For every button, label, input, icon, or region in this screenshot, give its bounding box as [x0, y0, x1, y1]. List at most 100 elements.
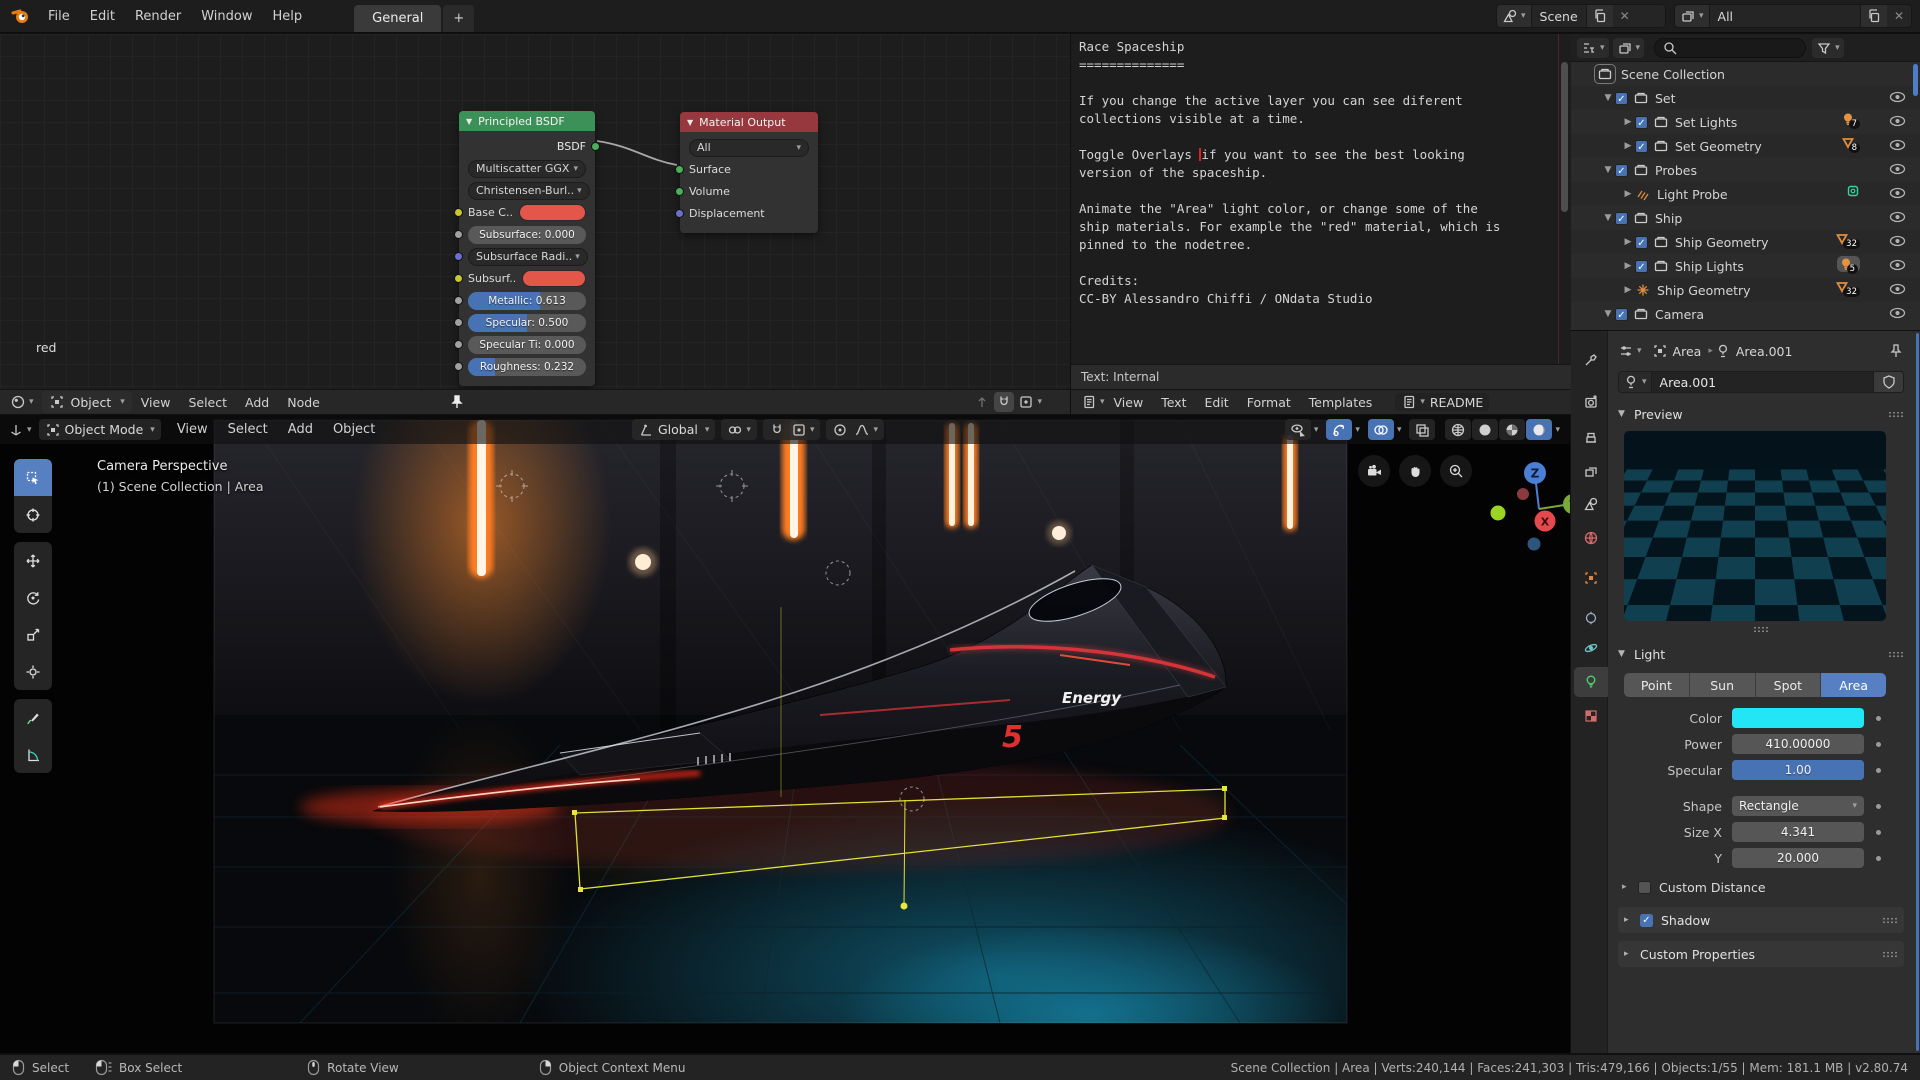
visibility-eye-icon[interactable]: [1889, 163, 1906, 175]
size-x-field[interactable]: 4.341: [1732, 822, 1864, 842]
outliner-row[interactable]: ▼✓Probes: [1571, 158, 1920, 182]
target-dropdown[interactable]: All▾: [689, 138, 809, 157]
orientation-gizmo[interactable]: Z Y X: [1483, 455, 1570, 565]
collection-checkbox[interactable]: ✓: [1635, 236, 1648, 249]
shader-node-editor[interactable]: ▼ Principled BSDF BSDF Multiscatter GGX▾…: [0, 34, 1070, 414]
id-type-dropdown[interactable]: ▾: [1618, 371, 1652, 393]
menu-view[interactable]: View: [167, 422, 218, 437]
properties-editor-icon[interactable]: [1618, 343, 1634, 359]
color-field[interactable]: [1732, 708, 1864, 728]
view-layer-name[interactable]: All: [1710, 9, 1860, 24]
input-socket[interactable]: [454, 274, 463, 283]
text-line[interactable]: [1071, 74, 1571, 92]
outliner-row[interactable]: ▶Ship Geometry32: [1571, 278, 1920, 302]
blender-logo-icon[interactable]: [10, 6, 30, 26]
light-type-point[interactable]: Point: [1624, 673, 1690, 697]
snap-target-icon[interactable]: [1018, 394, 1034, 410]
node-slider[interactable]: Metallic: 0.613: [468, 292, 586, 310]
bsdf-output-row[interactable]: BSDF: [468, 137, 586, 156]
text-line[interactable]: Credits:: [1071, 272, 1571, 290]
expand-arrow[interactable]: ▶: [1621, 237, 1635, 247]
collection-checkbox[interactable]: ✓: [1635, 140, 1648, 153]
tool-move[interactable]: [14, 542, 52, 579]
keyframe-dot[interactable]: [1876, 804, 1881, 809]
node-input-slider[interactable]: Specular Ti: 0.000: [468, 335, 586, 354]
properties-tab-object[interactable]: [1574, 563, 1608, 593]
color-swatch[interactable]: [519, 204, 586, 221]
node-dropdown[interactable]: Multiscatter GGX▾: [468, 160, 586, 178]
menu-add[interactable]: Add: [278, 422, 323, 437]
transform-orientation-dropdown[interactable]: Global▾: [632, 419, 715, 440]
input-socket[interactable]: [675, 187, 684, 196]
outliner-row[interactable]: ▶✓Set Geometry8: [1571, 134, 1920, 158]
fake-user-button[interactable]: [1874, 371, 1904, 393]
snap-magnet-toggle[interactable]: [994, 392, 1014, 412]
tool-cursor[interactable]: [14, 496, 52, 533]
tool-scale[interactable]: [14, 616, 52, 653]
input-socket[interactable]: [454, 230, 463, 239]
editor-type-icon[interactable]: [8, 422, 24, 438]
snap-magnet-icon[interactable]: [769, 422, 785, 438]
keyframe-dot[interactable]: [1876, 716, 1881, 721]
view-layer-selector[interactable]: ▾ All ✕: [1674, 4, 1912, 28]
tool-transform[interactable]: [14, 653, 52, 690]
menu-view[interactable]: View: [132, 395, 180, 410]
outliner-row[interactable]: ▶✓Set Lights7: [1571, 110, 1920, 134]
expand-arrow[interactable]: ▶: [1621, 117, 1635, 127]
scene-selector[interactable]: ▾ Scene ✕: [1496, 4, 1666, 28]
view-layer-copy-button[interactable]: [1860, 5, 1887, 27]
visibility-eye-icon[interactable]: [1889, 115, 1906, 127]
filter-mode-dropdown[interactable]: ▾: [1613, 38, 1645, 58]
menu-templates[interactable]: Templates: [1300, 395, 1382, 410]
menu-view[interactable]: View: [1105, 395, 1153, 410]
node-input-color[interactable]: Subsurf..: [468, 269, 586, 288]
visibility-eye-icon[interactable]: [1889, 259, 1906, 271]
proportional-edit-icon[interactable]: [832, 422, 848, 438]
snap-target-icon[interactable]: [791, 422, 807, 438]
preview-panel-header[interactable]: ▼Preview: [1618, 403, 1904, 425]
xray-toggle[interactable]: [1409, 419, 1435, 440]
shading-material-button[interactable]: [1499, 419, 1525, 440]
properties-tab-world[interactable]: [1574, 523, 1608, 553]
text-line[interactable]: [1071, 254, 1571, 272]
outliner-row[interactable]: ▶✓Ship Lights5: [1571, 254, 1920, 278]
node-input-slider[interactable]: Subsurface: 0.000: [468, 225, 586, 244]
menu-node[interactable]: Node: [278, 395, 329, 410]
shading-rendered-button[interactable]: [1526, 419, 1552, 440]
menu-text[interactable]: Text: [1152, 395, 1195, 410]
menu-format[interactable]: Format: [1238, 395, 1300, 410]
preview-resize-grip[interactable]: [1753, 626, 1769, 633]
collapse-triangle-icon[interactable]: ▼: [466, 117, 472, 126]
panel-grip[interactable]: [1882, 951, 1898, 958]
properties-editor[interactable]: ▾ Area ▸ Area.001 ▾ Area.001 ▼Preview ▼L…: [1571, 331, 1920, 1053]
outliner-item-label[interactable]: Ship Lights: [1675, 259, 1920, 274]
text-line[interactable]: ship materials. For example the "red" ma…: [1071, 218, 1571, 236]
input-socket[interactable]: [454, 252, 463, 261]
outliner-item-label[interactable]: Set Lights: [1675, 115, 1920, 130]
view-layer-icon[interactable]: ▾: [1675, 5, 1710, 27]
node-input-row[interactable]: Surface: [689, 160, 809, 179]
input-socket[interactable]: [454, 296, 463, 305]
scene-name[interactable]: Scene: [1532, 9, 1586, 24]
input-socket[interactable]: [454, 340, 463, 349]
input-socket[interactable]: [675, 165, 684, 174]
collection-checkbox[interactable]: ✓: [1635, 260, 1648, 273]
light-type-spot[interactable]: Spot: [1756, 673, 1822, 697]
menu-help[interactable]: Help: [263, 9, 313, 24]
node-input-dropdown[interactable]: Christensen-Burl..▾: [468, 181, 586, 200]
light-type-area[interactable]: Area: [1821, 673, 1886, 697]
shading-solid-button[interactable]: [1472, 419, 1498, 440]
node-input-slider[interactable]: Specular: 0.500: [468, 313, 586, 332]
menu-object[interactable]: Object: [323, 422, 385, 437]
material-output-node[interactable]: ▼ Material Output All▾ SurfaceVolumeDisp…: [680, 112, 818, 233]
outliner-item-label[interactable]: Set: [1655, 91, 1920, 106]
visibility-eye-icon[interactable]: [1889, 235, 1906, 247]
text-editor-icon[interactable]: [1081, 394, 1097, 410]
breadcrumb-data[interactable]: Area.001: [1736, 344, 1793, 359]
text-line[interactable]: ==============: [1071, 56, 1571, 74]
keyframe-dot[interactable]: [1876, 742, 1881, 747]
properties-tab-texture[interactable]: [1574, 701, 1608, 731]
display-mode-dropdown[interactable]: ▾: [1577, 38, 1609, 58]
node-slider[interactable]: Roughness: 0.232: [468, 358, 586, 376]
menu-edit[interactable]: Edit: [80, 9, 125, 24]
